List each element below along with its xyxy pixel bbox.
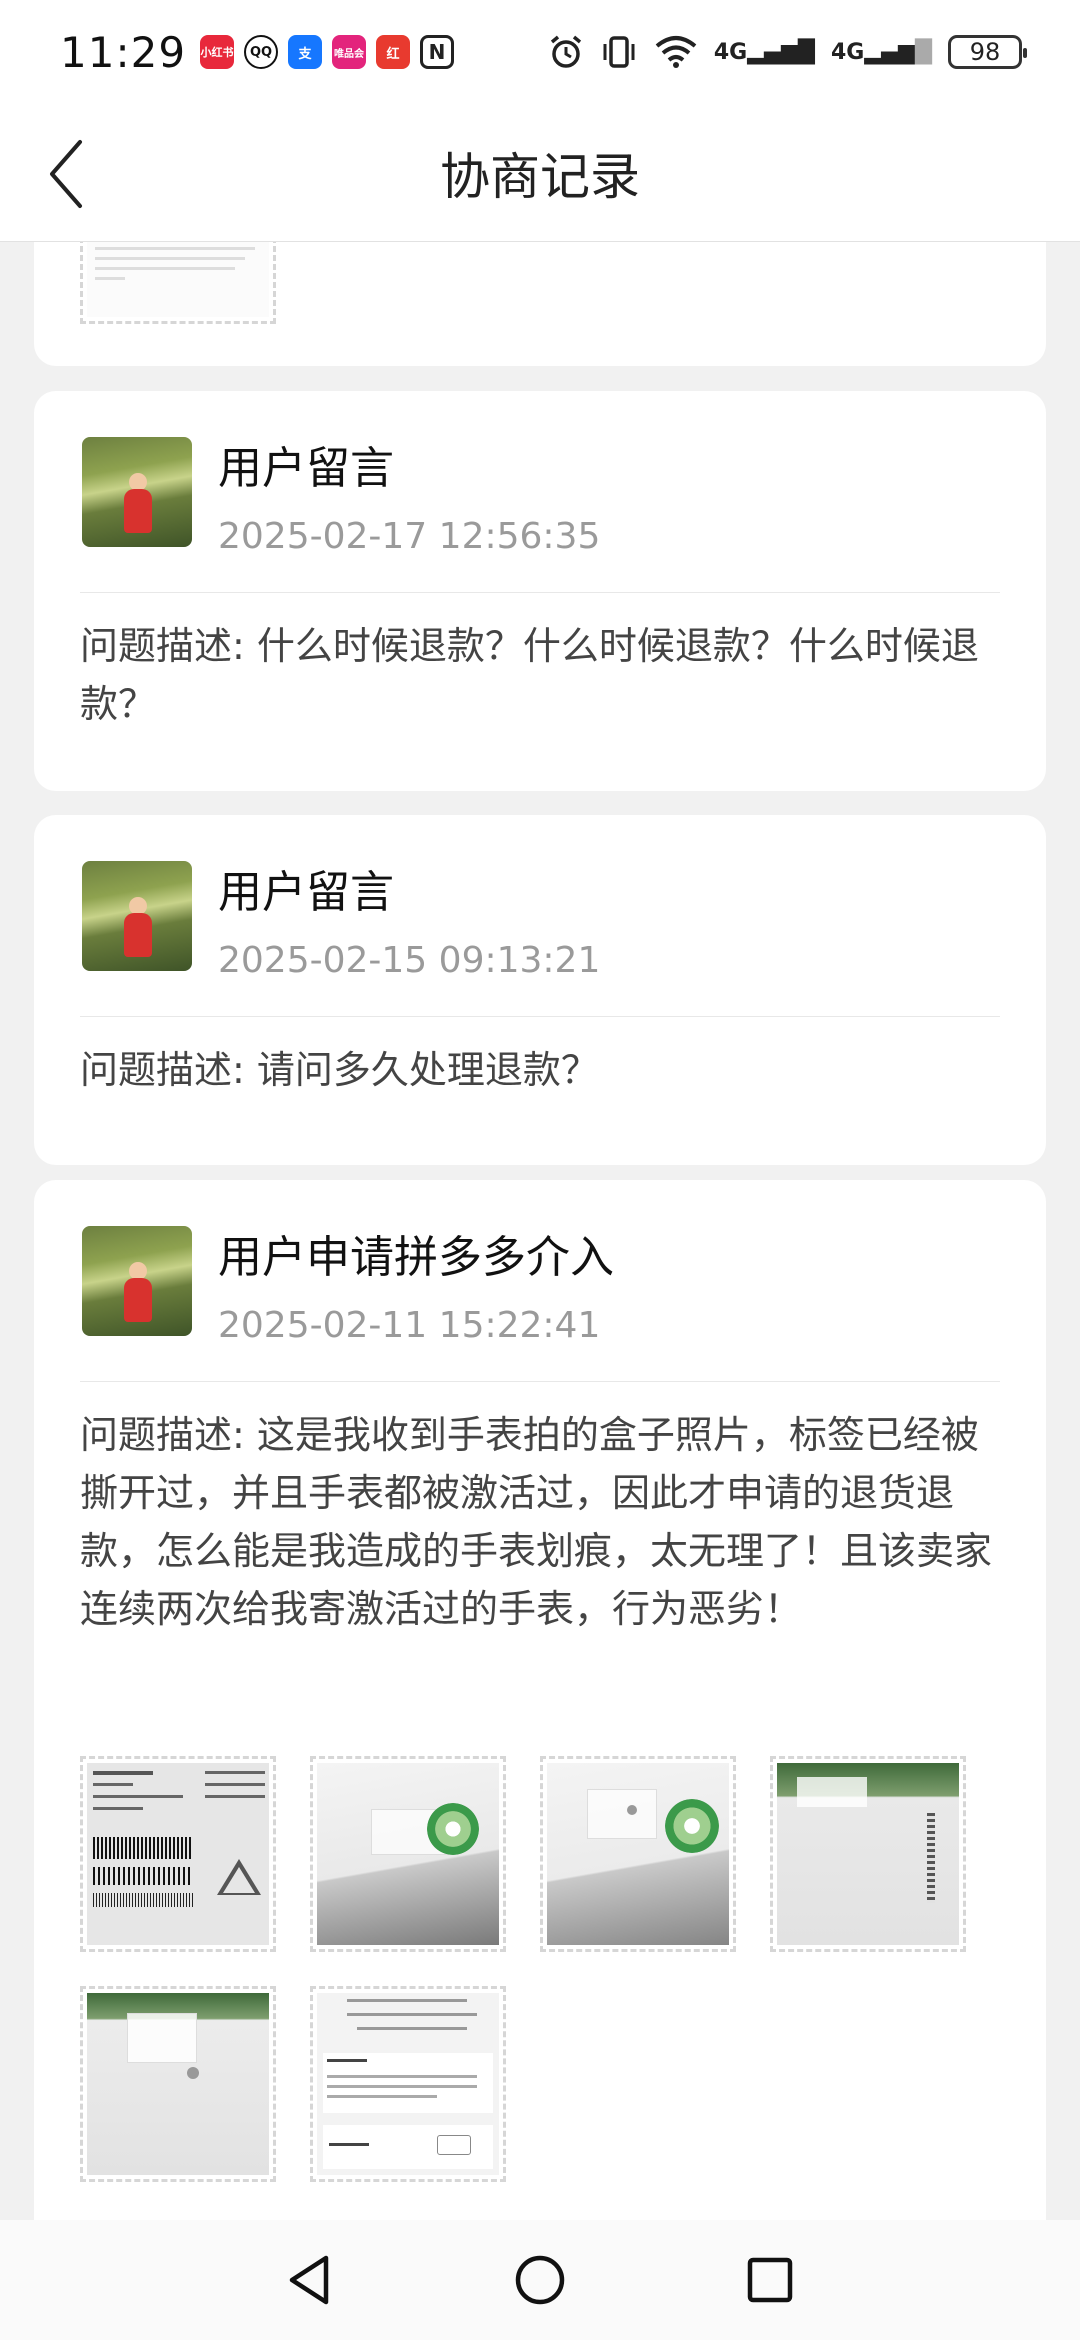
vibrate-icon xyxy=(603,36,635,68)
red-app-icon: 红 xyxy=(376,35,411,69)
divider xyxy=(80,1016,1000,1017)
record-description: 问题描述: 这是我收到手表拍的盒子照片，标签已经被撕开过，并且手表都被激活过，因… xyxy=(80,1413,993,1631)
back-button[interactable] xyxy=(36,138,96,210)
notification-icons: 小红书 QQ 支 唯品会 红 N xyxy=(200,35,455,69)
page-title: 协商记录 xyxy=(440,147,640,206)
divider xyxy=(80,592,1000,593)
square-recents-icon[interactable] xyxy=(740,2250,800,2310)
record-title: 用户留言 xyxy=(218,443,394,494)
photo-box-sticker[interactable] xyxy=(80,1986,276,2182)
attachment-thumbnail[interactable] xyxy=(80,242,276,324)
record-description: 问题描述: 什么时候退款？什么时候退款？什么时候退款？ xyxy=(80,624,979,726)
system-nav-bar xyxy=(0,2220,1080,2340)
record-card: 用户留言 2025-02-17 12:56:35 问题描述: 什么时候退款？什么… xyxy=(34,391,1046,791)
record-description: 问题描述: 请问多久处理退款？ xyxy=(80,1048,599,1092)
photo-box-seal-2[interactable] xyxy=(540,1756,736,1952)
record-header: 用户留言 2025-02-17 12:56:35 xyxy=(82,437,600,567)
photo-box-label[interactable] xyxy=(80,1756,276,1952)
wifi-icon xyxy=(655,36,697,68)
app-notification-icon: 小红书 xyxy=(200,35,235,69)
photo-box-seal-1[interactable] xyxy=(310,1756,506,1952)
qq-icon: QQ xyxy=(244,35,279,69)
user-avatar xyxy=(82,861,192,971)
record-card-partial xyxy=(34,242,1046,366)
system-status: 4G▂▄▆█ 4G▂▄▆█ 98 xyxy=(548,34,1027,70)
record-header: 用户留言 2025-02-15 09:13:21 xyxy=(82,861,600,991)
status-time: 11:29 xyxy=(60,27,187,77)
record-header: 用户申请拼多多介入 2025-02-11 15:22:41 xyxy=(82,1226,614,1356)
signal-1-icon: 4G▂▄▆█ xyxy=(713,39,815,65)
triangle-back-icon[interactable] xyxy=(280,2250,340,2310)
photo-box-side[interactable] xyxy=(770,1756,966,1952)
divider xyxy=(80,1381,1000,1382)
chevron-left-icon xyxy=(50,140,82,208)
nfc-icon: N xyxy=(420,35,455,69)
record-list[interactable]: 用户留言 2025-02-17 12:56:35 问题描述: 什么时候退款？什么… xyxy=(0,242,1080,2220)
user-avatar xyxy=(82,1226,192,1336)
vip-icon: 唯品会 xyxy=(332,35,367,69)
document-preview xyxy=(87,242,269,317)
record-card: 用户申请拼多多介入 2025-02-11 15:22:41 问题描述: 这是我收… xyxy=(34,1180,1046,2220)
battery-indicator: 98 xyxy=(948,35,1027,69)
alipay-icon: 支 xyxy=(288,35,323,69)
record-time: 2025-02-15 09:13:21 xyxy=(218,940,601,981)
user-avatar xyxy=(82,437,192,547)
status-bar: 11:29 小红书 QQ 支 唯品会 红 N 4G▂▄▆█ 4G▂▄▆█ 98 xyxy=(0,0,1080,104)
alarm-icon xyxy=(550,35,581,68)
header: 协商记录 xyxy=(0,104,1080,242)
record-time: 2025-02-11 15:22:41 xyxy=(218,1305,601,1346)
circle-home-icon[interactable] xyxy=(510,2250,570,2310)
photo-warranty-screenshot[interactable] xyxy=(310,1986,506,2182)
record-title: 用户留言 xyxy=(218,867,394,918)
record-card: 用户留言 2025-02-15 09:13:21 问题描述: 请问多久处理退款？ xyxy=(34,815,1046,1165)
signal-2-icon: 4G▂▄▆█ xyxy=(830,39,932,65)
record-title: 用户申请拼多多介入 xyxy=(218,1232,614,1283)
record-time: 2025-02-17 12:56:35 xyxy=(218,516,601,557)
